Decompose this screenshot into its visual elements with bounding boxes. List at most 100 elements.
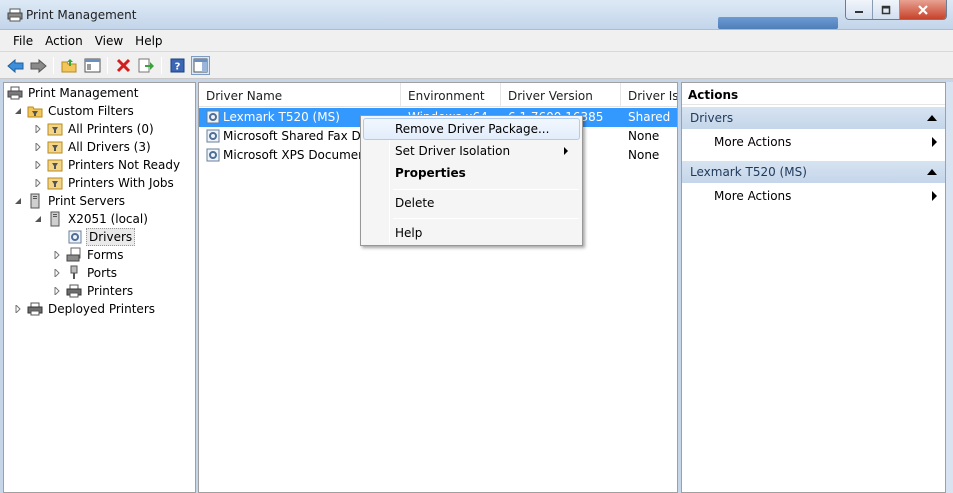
window-controls — [845, 0, 947, 20]
tree-item-label: All Printers (0) — [68, 122, 154, 136]
column-header-driver-name[interactable]: Driver Name — [199, 83, 401, 107]
menu-item-help[interactable]: Help — [363, 222, 580, 244]
tree-item-label: X2051 (local) — [68, 212, 148, 226]
tree-item-label: Print Servers — [48, 194, 126, 208]
menu-view[interactable]: View — [89, 31, 129, 51]
submenu-arrow-icon — [564, 147, 568, 155]
action-more-actions[interactable]: More Actions — [682, 131, 945, 153]
menu-item-properties[interactable]: Properties — [363, 162, 580, 184]
collapse-triangle-icon[interactable] — [13, 106, 23, 116]
tree-item-all-drivers[interactable]: All Drivers (3) — [33, 138, 153, 156]
driver-icon — [206, 110, 220, 124]
menu-item-remove-driver-package[interactable]: Remove Driver Package... — [363, 118, 580, 140]
up-folder-button[interactable] — [60, 56, 79, 75]
tree-item-ports[interactable]: Ports — [52, 264, 119, 282]
column-header-environment[interactable]: Environment — [401, 83, 501, 107]
actions-section-lexmark[interactable]: Lexmark T520 (MS) — [682, 161, 945, 183]
filter-icon — [47, 175, 63, 191]
tree-item-drivers[interactable]: Drivers — [67, 228, 136, 246]
actions-section-drivers[interactable]: Drivers — [682, 107, 945, 129]
tree-item-printers-with-jobs[interactable]: Printers With Jobs — [33, 174, 176, 192]
tree-item-label: Forms — [87, 248, 124, 262]
menu-item-set-driver-isolation[interactable]: Set Driver Isolation — [363, 140, 580, 162]
section-title: Drivers — [690, 111, 734, 125]
expand-triangle-icon[interactable] — [52, 286, 62, 296]
action-label: More Actions — [714, 135, 792, 149]
tree-item-label: Custom Filters — [48, 104, 134, 118]
tree-item-all-printers[interactable]: All Printers (0) — [33, 120, 156, 138]
expand-triangle-icon[interactable] — [13, 304, 23, 314]
tree-item-forms[interactable]: Forms — [52, 246, 125, 264]
back-button[interactable] — [6, 56, 25, 75]
expand-triangle-icon[interactable] — [33, 160, 43, 170]
driver-icon — [206, 148, 220, 162]
toolbar: ? — [0, 52, 953, 79]
expand-triangle-icon[interactable] — [52, 250, 62, 260]
tree-item-label: Drivers — [86, 228, 136, 246]
print-management-app-icon — [7, 8, 23, 22]
filter-icon — [47, 139, 63, 155]
tree-item-custom-filters[interactable]: Custom Filters — [13, 102, 136, 120]
column-header-driver-version[interactable]: Driver Version — [501, 83, 621, 107]
tree-item-label: Deployed Printers — [48, 302, 156, 316]
actions-title: Actions — [682, 83, 945, 105]
menu-help[interactable]: Help — [129, 31, 168, 51]
back-arrow-icon — [7, 58, 24, 73]
context-menu: Remove Driver Package... Set Driver Isol… — [360, 115, 583, 246]
minimize-icon — [855, 10, 863, 13]
collapse-triangle-icon[interactable] — [13, 196, 23, 206]
maximize-button[interactable] — [873, 0, 900, 19]
console-tree: Print Management Custom Filters All Prin… — [3, 82, 196, 493]
tree-item-print-management[interactable]: Print Management — [7, 84, 140, 102]
forward-button[interactable] — [29, 56, 48, 75]
expand-triangle-icon[interactable] — [52, 268, 62, 278]
list-header: Driver Name Environment Driver Version D… — [199, 83, 677, 107]
up-folder-icon — [61, 59, 77, 73]
tree-item-deployed-printers[interactable]: Deployed Printers — [13, 300, 157, 318]
help-button[interactable]: ? — [168, 56, 187, 75]
export-button[interactable] — [137, 56, 156, 75]
menu-action[interactable]: Action — [39, 31, 89, 51]
maximize-icon — [881, 5, 891, 14]
svg-text:?: ? — [175, 62, 181, 73]
submenu-arrow-icon — [932, 191, 937, 201]
tree-item-print-servers[interactable]: Print Servers — [13, 192, 127, 210]
action-pane-icon — [193, 58, 208, 73]
tree-item-label: All Drivers (3) — [68, 140, 151, 154]
cell-driver-isolation: Shared — [628, 110, 671, 124]
tree-item-label: Printers — [87, 284, 134, 298]
column-header-driver-isolation[interactable]: Driver Iso — [621, 83, 677, 107]
tree-item-x2051-local[interactable]: X2051 (local) — [33, 210, 150, 228]
delete-x-icon — [116, 58, 131, 73]
expand-triangle-icon[interactable] — [33, 142, 43, 152]
collapse-caret-icon[interactable] — [927, 169, 937, 175]
tree-item-label: Printers With Jobs — [68, 176, 174, 190]
export-list-icon — [138, 58, 154, 73]
help-icon: ? — [170, 58, 185, 73]
menu-separator — [393, 189, 579, 190]
driver-icon — [206, 129, 220, 143]
show-action-pane-button[interactable] — [191, 56, 210, 75]
menu-item-delete[interactable]: Delete — [363, 192, 580, 214]
menu-file[interactable]: File — [7, 31, 39, 51]
show-hide-tree-button[interactable] — [83, 56, 102, 75]
toolbar-separator — [161, 57, 162, 74]
action-label: More Actions — [714, 189, 792, 203]
tree-item-printers-not-ready[interactable]: Printers Not Ready — [33, 156, 182, 174]
minimize-button[interactable] — [846, 0, 873, 19]
action-more-actions[interactable]: More Actions — [682, 185, 945, 207]
delete-button[interactable] — [114, 56, 133, 75]
toolbar-separator — [53, 57, 54, 74]
collapse-caret-icon[interactable] — [927, 115, 937, 121]
tree-item-label: Print Management — [28, 86, 139, 100]
window-border — [946, 82, 953, 493]
expand-triangle-icon[interactable] — [33, 178, 43, 188]
menu-separator — [393, 218, 579, 219]
collapse-triangle-icon[interactable] — [33, 214, 43, 224]
printer-icon — [27, 301, 43, 317]
tree-item-printers[interactable]: Printers — [52, 282, 135, 300]
expand-triangle-icon[interactable] — [33, 124, 43, 134]
printer-icon — [66, 283, 82, 299]
close-button[interactable] — [900, 0, 946, 19]
driver-icon — [67, 229, 83, 245]
